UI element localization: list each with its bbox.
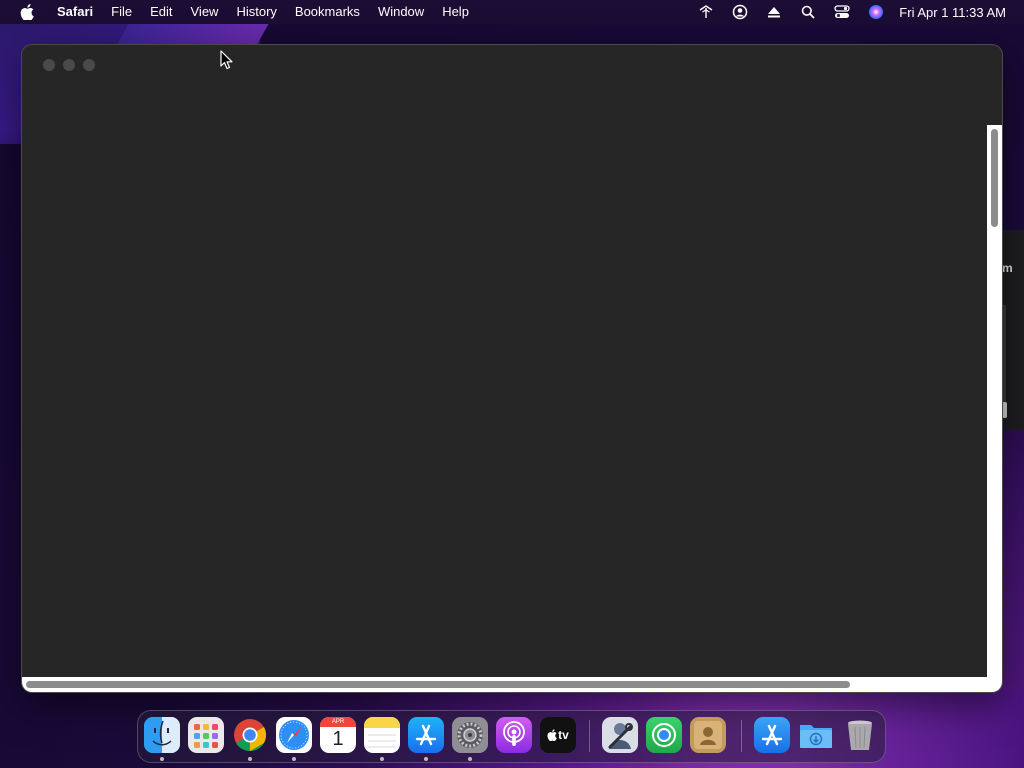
status-area: Fri Apr 1 11:33 AM	[689, 0, 1024, 24]
menu-window[interactable]: Window	[369, 0, 433, 24]
podcasts-icon[interactable]	[496, 717, 532, 753]
zoom-button[interactable]	[83, 59, 95, 71]
safari-window[interactable]	[22, 45, 1002, 692]
chrome-icon[interactable]	[232, 717, 268, 753]
mouse-cursor-icon	[220, 50, 234, 70]
app-store-icon[interactable]	[408, 717, 444, 753]
menu-bookmarks[interactable]: Bookmarks	[286, 0, 369, 24]
control-center-icon[interactable]	[832, 2, 852, 22]
launchpad-icon[interactable]	[188, 717, 224, 753]
apple-tv-icon[interactable]: tv	[540, 717, 576, 753]
horizontal-scroll-thumb[interactable]	[26, 681, 850, 688]
notes-icon[interactable]	[364, 717, 400, 753]
background-window-handle	[1002, 402, 1007, 418]
menu-view[interactable]: View	[182, 0, 228, 24]
calendar-icon[interactable]: APR 1	[320, 717, 356, 753]
running-indicator	[380, 757, 384, 761]
siri-icon[interactable]	[866, 2, 886, 22]
network-icon[interactable]	[696, 2, 716, 22]
minimize-button[interactable]	[63, 59, 75, 71]
apple-icon[interactable]	[18, 3, 36, 21]
directory-utility-icon[interactable]	[602, 717, 638, 753]
running-indicator	[424, 757, 428, 761]
background-window-bar	[1002, 305, 1006, 405]
search-icon[interactable]	[798, 2, 818, 22]
user-icon[interactable]	[730, 2, 750, 22]
finder-icon[interactable]	[144, 717, 180, 753]
horizontal-scrollbar[interactable]	[22, 677, 987, 692]
trash-icon[interactable]	[842, 717, 878, 753]
vertical-scrollbar[interactable]	[987, 125, 1002, 692]
close-button[interactable]	[43, 59, 55, 71]
menu-file[interactable]: File	[102, 0, 141, 24]
running-indicator	[160, 757, 164, 761]
downloads-folder-icon[interactable]	[798, 717, 834, 753]
menu-clock[interactable]: Fri Apr 1 11:33 AM	[899, 5, 1006, 20]
apple-tv-label: tv	[558, 728, 569, 742]
system-preferences-icon[interactable]	[452, 717, 488, 753]
dock-separator	[741, 720, 742, 752]
applications-folder-icon[interactable]	[754, 717, 790, 753]
contacts-icon[interactable]	[690, 717, 726, 753]
find-my-icon[interactable]	[646, 717, 682, 753]
menu-bar: Safari File Edit View History Bookmarks …	[0, 0, 1024, 24]
safari-icon[interactable]	[276, 717, 312, 753]
calendar-day: 1	[332, 728, 344, 750]
window-title-bar[interactable]	[22, 45, 1002, 89]
running-indicator	[468, 757, 472, 761]
menu-app-name[interactable]: Safari	[48, 0, 102, 24]
menu-edit[interactable]: Edit	[141, 0, 181, 24]
vertical-scroll-thumb[interactable]	[991, 129, 998, 227]
dock: APR 1 tv	[137, 710, 886, 763]
running-indicator	[248, 757, 252, 761]
dock-separator	[589, 720, 590, 752]
page-content-area[interactable]	[22, 125, 987, 685]
menu-help[interactable]: Help	[433, 0, 478, 24]
eject-icon[interactable]	[764, 2, 784, 22]
background-window-text: m	[1002, 261, 1013, 275]
running-indicator	[292, 757, 296, 761]
menu-history[interactable]: History	[227, 0, 285, 24]
